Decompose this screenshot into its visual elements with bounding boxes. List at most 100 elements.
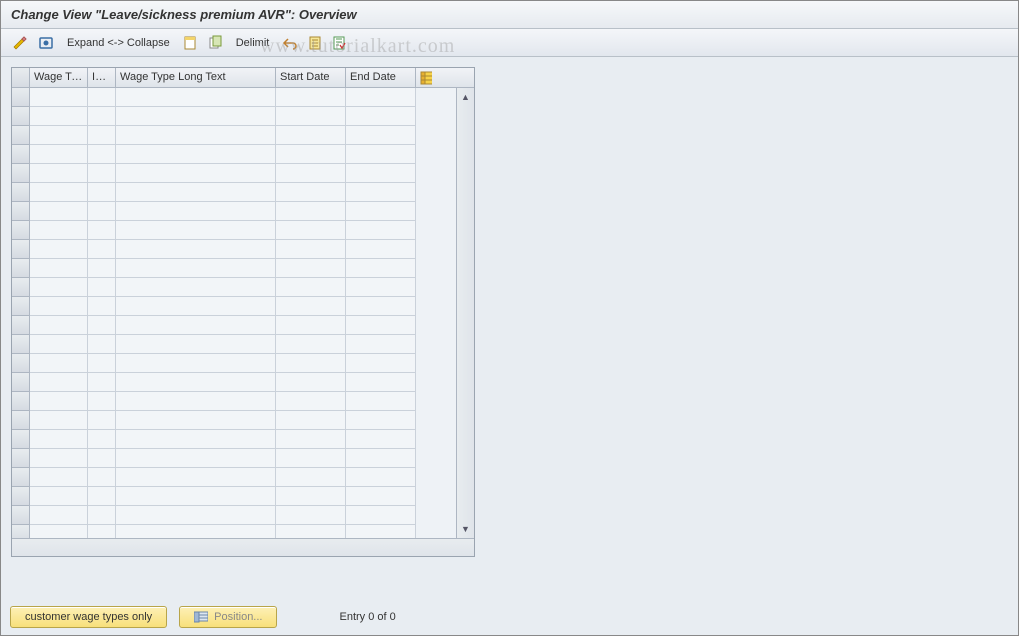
cell-wage-type[interactable] xyxy=(30,126,88,145)
cell-inf[interactable] xyxy=(88,221,116,240)
table-row[interactable] xyxy=(12,183,456,202)
cell-start-date[interactable] xyxy=(276,335,346,354)
row-selector[interactable] xyxy=(12,126,30,145)
table-row[interactable] xyxy=(12,126,456,145)
new-entries-icon[interactable] xyxy=(180,33,200,53)
cell-inf[interactable] xyxy=(88,411,116,430)
table-row[interactable] xyxy=(12,107,456,126)
cell-inf[interactable] xyxy=(88,316,116,335)
cell-start-date[interactable] xyxy=(276,411,346,430)
cell-long-text[interactable] xyxy=(116,88,276,107)
cell-inf[interactable] xyxy=(88,126,116,145)
table-row[interactable] xyxy=(12,259,456,278)
selection-criteria-icon[interactable] xyxy=(329,33,349,53)
cell-wage-type[interactable] xyxy=(30,202,88,221)
cell-inf[interactable] xyxy=(88,183,116,202)
cell-start-date[interactable] xyxy=(276,525,346,538)
table-row[interactable] xyxy=(12,335,456,354)
cell-inf[interactable] xyxy=(88,107,116,126)
cell-long-text[interactable] xyxy=(116,468,276,487)
cell-long-text[interactable] xyxy=(116,240,276,259)
cell-inf[interactable] xyxy=(88,392,116,411)
cell-inf[interactable] xyxy=(88,525,116,538)
cell-long-text[interactable] xyxy=(116,164,276,183)
cell-start-date[interactable] xyxy=(276,240,346,259)
cell-inf[interactable] xyxy=(88,430,116,449)
cell-wage-type[interactable] xyxy=(30,221,88,240)
cell-wage-type[interactable] xyxy=(30,88,88,107)
row-selector[interactable] xyxy=(12,240,30,259)
cell-inf[interactable] xyxy=(88,88,116,107)
delimit-button[interactable]: Delimit xyxy=(230,37,276,49)
row-selector[interactable] xyxy=(12,392,30,411)
cell-start-date[interactable] xyxy=(276,278,346,297)
cell-start-date[interactable] xyxy=(276,297,346,316)
cell-end-date[interactable] xyxy=(346,316,416,335)
cell-end-date[interactable] xyxy=(346,107,416,126)
cell-end-date[interactable] xyxy=(346,240,416,259)
cell-end-date[interactable] xyxy=(346,468,416,487)
column-header-end-date[interactable]: End Date xyxy=(346,68,416,87)
table-row[interactable] xyxy=(12,88,456,107)
cell-long-text[interactable] xyxy=(116,487,276,506)
cell-long-text[interactable] xyxy=(116,506,276,525)
cell-end-date[interactable] xyxy=(346,259,416,278)
column-header-start-date[interactable]: Start Date xyxy=(276,68,346,87)
cell-end-date[interactable] xyxy=(346,126,416,145)
cell-long-text[interactable] xyxy=(116,525,276,538)
cell-start-date[interactable] xyxy=(276,145,346,164)
cell-start-date[interactable] xyxy=(276,354,346,373)
cell-end-date[interactable] xyxy=(346,449,416,468)
cell-end-date[interactable] xyxy=(346,183,416,202)
cell-inf[interactable] xyxy=(88,297,116,316)
cell-long-text[interactable] xyxy=(116,316,276,335)
cell-inf[interactable] xyxy=(88,487,116,506)
scroll-up-icon[interactable]: ▲ xyxy=(459,90,473,104)
table-row[interactable] xyxy=(12,297,456,316)
cell-start-date[interactable] xyxy=(276,202,346,221)
cell-start-date[interactable] xyxy=(276,392,346,411)
table-row[interactable] xyxy=(12,202,456,221)
cell-start-date[interactable] xyxy=(276,259,346,278)
copy-as-icon[interactable] xyxy=(204,33,226,53)
cell-long-text[interactable] xyxy=(116,183,276,202)
cell-long-text[interactable] xyxy=(116,145,276,164)
cell-wage-type[interactable] xyxy=(30,297,88,316)
cell-start-date[interactable] xyxy=(276,449,346,468)
cell-end-date[interactable] xyxy=(346,88,416,107)
cell-long-text[interactable] xyxy=(116,221,276,240)
horizontal-scrollbar[interactable] xyxy=(12,538,474,556)
column-header-inf[interactable]: Inf... xyxy=(88,68,116,87)
cell-wage-type[interactable] xyxy=(30,392,88,411)
cell-wage-type[interactable] xyxy=(30,506,88,525)
table-settings-icon[interactable] xyxy=(416,68,436,87)
table-row[interactable] xyxy=(12,373,456,392)
cell-wage-type[interactable] xyxy=(30,335,88,354)
cell-wage-type[interactable] xyxy=(30,430,88,449)
table-row[interactable] xyxy=(12,354,456,373)
cell-start-date[interactable] xyxy=(276,430,346,449)
table-row[interactable] xyxy=(12,240,456,259)
cell-wage-type[interactable] xyxy=(30,183,88,202)
cell-start-date[interactable] xyxy=(276,316,346,335)
row-selector[interactable] xyxy=(12,278,30,297)
table-row[interactable] xyxy=(12,221,456,240)
cell-start-date[interactable] xyxy=(276,88,346,107)
cell-long-text[interactable] xyxy=(116,259,276,278)
table-row[interactable] xyxy=(12,164,456,183)
toggle-display-change-icon[interactable] xyxy=(9,33,31,53)
cell-inf[interactable] xyxy=(88,278,116,297)
cell-wage-type[interactable] xyxy=(30,373,88,392)
row-selector[interactable] xyxy=(12,354,30,373)
row-selector[interactable] xyxy=(12,373,30,392)
cell-inf[interactable] xyxy=(88,202,116,221)
cell-inf[interactable] xyxy=(88,354,116,373)
table-row[interactable] xyxy=(12,392,456,411)
cell-inf[interactable] xyxy=(88,468,116,487)
cell-wage-type[interactable] xyxy=(30,145,88,164)
position-button[interactable]: Position... xyxy=(179,606,277,628)
row-selector[interactable] xyxy=(12,164,30,183)
table-row[interactable] xyxy=(12,487,456,506)
cell-long-text[interactable] xyxy=(116,430,276,449)
row-selector[interactable] xyxy=(12,107,30,126)
